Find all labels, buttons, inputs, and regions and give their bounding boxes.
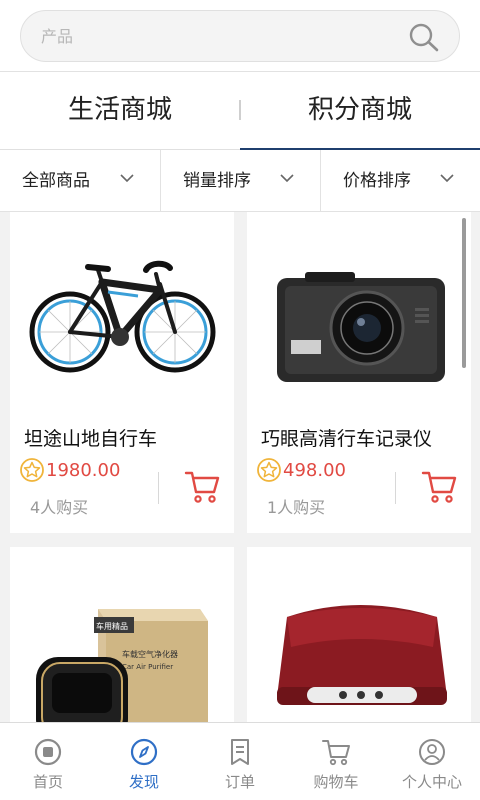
- buyer-count: 1人购买: [267, 498, 326, 517]
- search-input[interactable]: [41, 11, 401, 61]
- sort-by-sales-label: 销量排序: [183, 171, 251, 191]
- nav-home-label: 首页: [32, 773, 63, 791]
- sort-by-price-label: 价格排序: [343, 171, 411, 191]
- product-card[interactable]: [247, 547, 471, 722]
- price-row: 1980.00: [20, 457, 120, 483]
- add-to-cart-icon[interactable]: [184, 470, 220, 504]
- points-star-icon: [257, 458, 281, 482]
- search-header: [0, 0, 480, 72]
- points-star-icon: [20, 458, 44, 482]
- chevron-down-icon: [280, 174, 294, 183]
- profile-icon: [419, 739, 445, 765]
- price-row: 498.00: [257, 457, 346, 483]
- scrollbar[interactable]: [462, 218, 466, 368]
- chevron-down-icon: [120, 174, 134, 183]
- car-air-purifier-image: 车用精品 车载空气净化器 Car Air Purifier: [10, 547, 234, 722]
- nav-cart-label: 购物车: [313, 773, 359, 791]
- nav-home[interactable]: 首页: [0, 723, 96, 800]
- buyer-count: 4人购买: [30, 498, 89, 517]
- bottom-nav: 首页 发现 订单 购物车 个人中心: [0, 722, 480, 800]
- filter-all-products-label: 全部商品: [22, 171, 90, 191]
- nav-cart[interactable]: 购物车: [288, 723, 384, 800]
- dash-camera-image: [247, 212, 471, 412]
- chevron-down-icon: [440, 174, 454, 183]
- sort-bar: 全部商品 销量排序 价格排序: [0, 150, 480, 212]
- product-price: 498.00: [283, 459, 346, 481]
- search-icon[interactable]: [407, 22, 441, 52]
- order-icon: [231, 739, 249, 765]
- nav-discover[interactable]: 发现: [96, 723, 192, 800]
- nav-profile[interactable]: 个人中心: [384, 723, 480, 800]
- product-price: 1980.00: [46, 459, 121, 481]
- box-label: 车用精品: [96, 621, 128, 631]
- product-name: 坦途山地自行车: [24, 428, 158, 450]
- red-massager-image: [247, 547, 471, 722]
- mall-screen: 生活商城 积分商城 全部商品 销量排序 价格排序: [0, 0, 480, 800]
- mountain-bike-image: [10, 212, 234, 412]
- nav-orders[interactable]: 订单: [192, 723, 288, 800]
- nav-profile-label: 个人中心: [401, 773, 462, 791]
- filter-all-products[interactable]: 全部商品: [0, 150, 160, 212]
- search-box[interactable]: [20, 10, 460, 62]
- box-text-cn: 车载空气净化器: [122, 649, 178, 659]
- divider: [158, 472, 159, 504]
- product-card[interactable]: 巧眼高清行车记录仪 498.00 1人购买: [247, 212, 471, 533]
- product-grid: 坦途山地自行车 1980.00 4人购买 巧眼高清行车记录仪 498.00 1人…: [0, 212, 480, 722]
- cart-icon: [322, 740, 350, 766]
- compass-icon: [130, 738, 158, 766]
- product-card[interactable]: 车用精品 车载空气净化器 Car Air Purifier: [10, 547, 234, 722]
- sort-by-price[interactable]: 价格排序: [320, 150, 480, 212]
- home-icon: [34, 738, 62, 766]
- add-to-cart-icon[interactable]: [421, 470, 457, 504]
- nav-discover-label: 发现: [128, 773, 159, 791]
- divider: [395, 472, 396, 504]
- product-name: 巧眼高清行车记录仪: [261, 428, 433, 450]
- tab-life-mall[interactable]: 生活商城: [0, 72, 240, 150]
- tab-points-mall[interactable]: 积分商城: [240, 72, 480, 151]
- mall-tabs: 生活商城 积分商城: [0, 72, 480, 151]
- sort-by-sales[interactable]: 销量排序: [160, 150, 320, 212]
- box-text-en: Car Air Purifier: [122, 663, 173, 671]
- product-card[interactable]: 坦途山地自行车 1980.00 4人购买: [10, 212, 234, 533]
- nav-orders-label: 订单: [224, 773, 255, 791]
